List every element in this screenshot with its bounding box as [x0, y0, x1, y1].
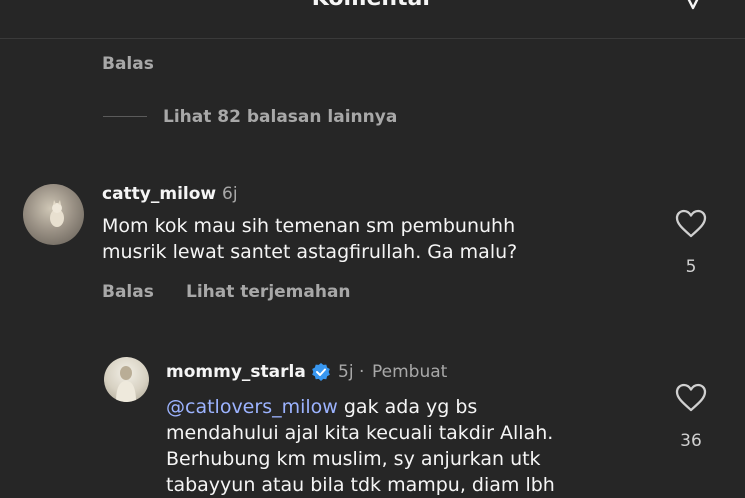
like-count: 5: [685, 257, 697, 277]
comment-text-line: @catlovers_milow gak ada yg bs: [166, 394, 555, 420]
view-more-replies-button[interactable]: Lihat 82 balasan lainnya: [163, 107, 397, 127]
cat-avatar-image: [50, 200, 64, 227]
comment-text-line: tabayyun atau bila tdk mampu, diam lbh: [166, 474, 555, 496]
reply-button[interactable]: Balas: [102, 54, 154, 74]
comment-username[interactable]: mommy_starla: [166, 362, 306, 382]
comment-username[interactable]: catty_milow: [102, 184, 216, 204]
comment-text: Mom kok mau sih temenan sm pembunuhh mus…: [102, 213, 517, 265]
like-count: 36: [680, 431, 702, 451]
meta-separator: ·: [359, 362, 365, 382]
reply-button[interactable]: Balas: [102, 282, 154, 302]
comment-text: @catlovers_milow gak ada yg bs mendahulu…: [166, 394, 555, 498]
avatar[interactable]: [104, 357, 149, 402]
mention-link[interactable]: @catlovers_milow: [166, 396, 338, 418]
comments-header: Komentar: [0, 0, 745, 39]
share-icon[interactable]: [681, 0, 705, 10]
comment-text-line: musrik lewat santet astagfirullah. Ga ma…: [102, 241, 518, 263]
person-avatar-image: [116, 366, 136, 402]
comment-time: 5j: [338, 362, 354, 382]
comment-text-line: mendahului ajal kita kecuali takdir Alla…: [166, 422, 554, 444]
header-title: Komentar: [0, 0, 745, 11]
avatar[interactable]: [23, 184, 84, 245]
heart-icon[interactable]: [675, 383, 707, 413]
divider-line: [103, 116, 147, 117]
author-label: Pembuat: [372, 362, 448, 382]
heart-icon[interactable]: [675, 209, 707, 239]
comment-time: 6j: [222, 184, 238, 204]
see-translation-button[interactable]: Lihat terjemahan: [186, 282, 351, 302]
comment-text-line: Berhubung km muslim, sy anjurkan utk: [166, 448, 541, 470]
comment-text-line: Mom kok mau sih temenan sm pembunuhh: [102, 215, 516, 237]
comment-text-fragment: gak ada yg bs: [337, 396, 478, 418]
verified-badge-icon: [312, 363, 330, 381]
